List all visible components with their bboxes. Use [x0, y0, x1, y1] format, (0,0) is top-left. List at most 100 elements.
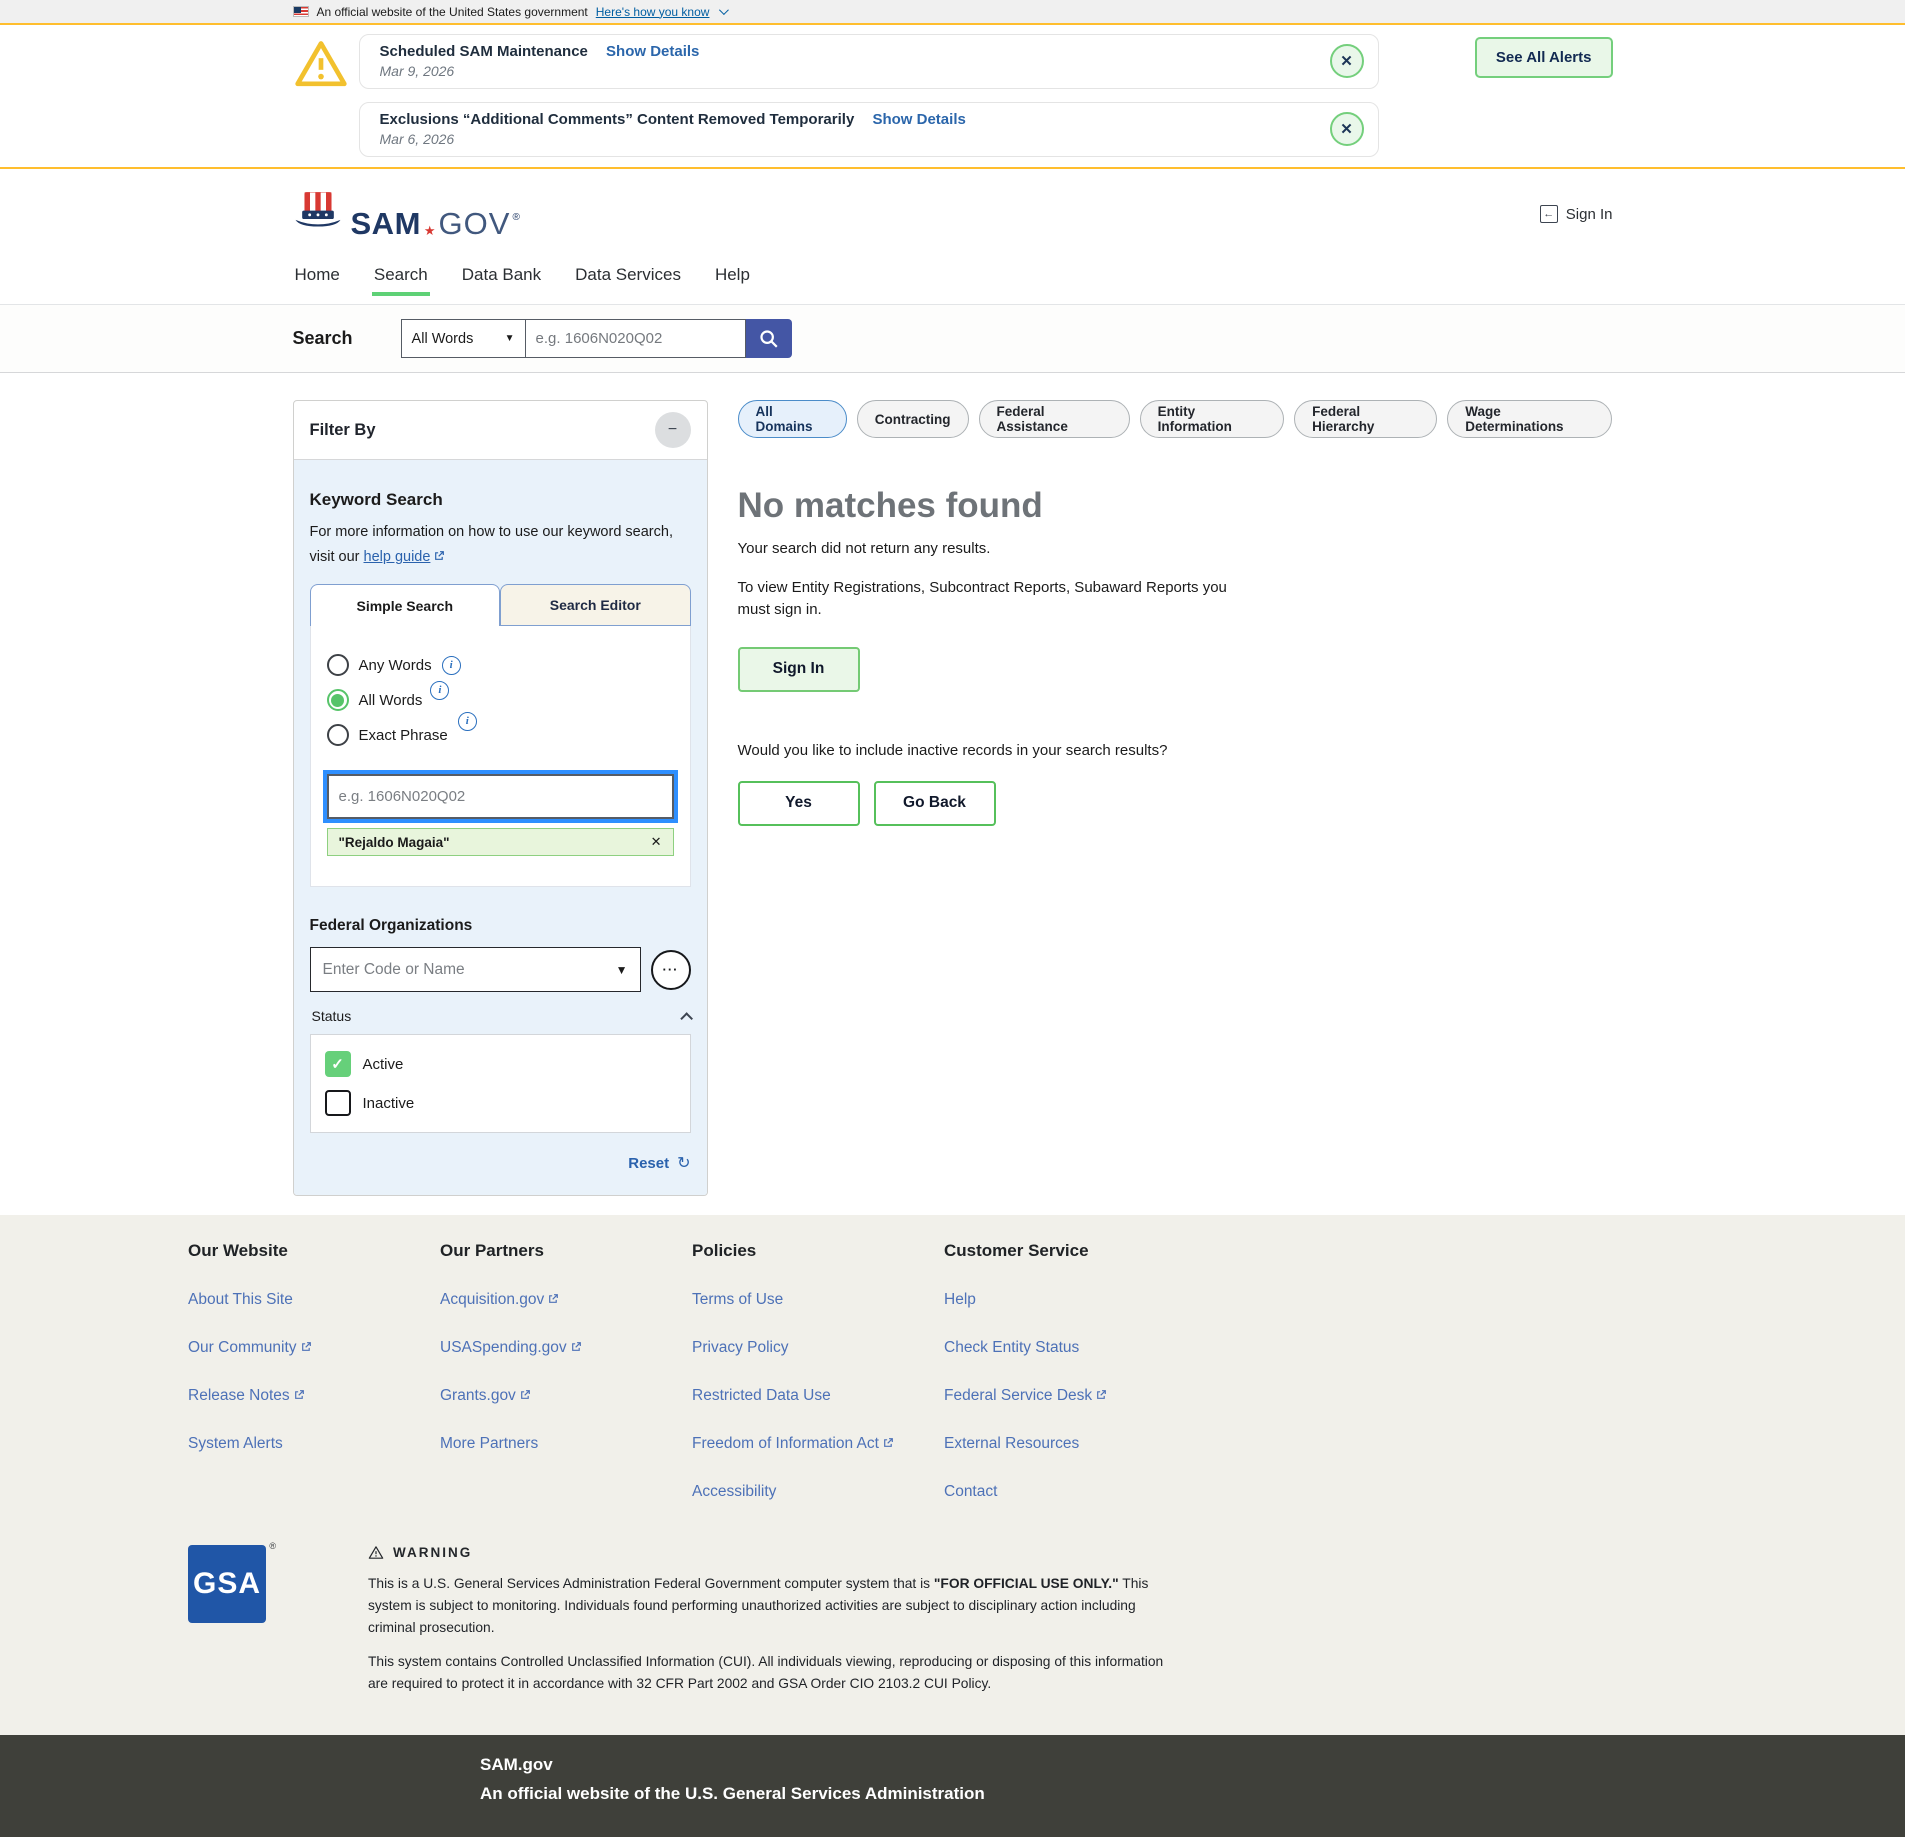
- footer-link-accessibility[interactable]: Accessibility: [692, 1483, 944, 1501]
- registered-mark: ®: [512, 212, 519, 223]
- footer-link-about-this-site[interactable]: About This Site: [188, 1291, 440, 1309]
- footer-link-check-entity-status[interactable]: Check Entity Status: [944, 1339, 1196, 1357]
- alert-list: Scheduled SAM Maintenance Show Details M…: [359, 34, 1379, 157]
- main-area: Filter By − Keyword Search For more info…: [293, 373, 1613, 1215]
- external-link-icon: [519, 1388, 532, 1401]
- external-link-icon: [547, 1292, 560, 1305]
- info-icon[interactable]: i: [442, 656, 461, 675]
- footer-link-our-community[interactable]: Our Community: [188, 1339, 440, 1357]
- search-mode-select[interactable]: All Words ▼: [401, 319, 526, 358]
- chevron-down-icon: [719, 5, 729, 15]
- footer-link-privacy-policy[interactable]: Privacy Policy: [692, 1339, 944, 1357]
- alert-title: Scheduled SAM Maintenance: [380, 43, 588, 60]
- warning-title: WARNING: [393, 1545, 472, 1560]
- tab-simple-search[interactable]: Simple Search: [310, 584, 501, 626]
- footer-link-acquisition-gov[interactable]: Acquisition.gov: [440, 1291, 692, 1309]
- sam-gov-logo[interactable]: SAM ★ GOV ®: [293, 189, 520, 239]
- ellipsis-icon: ···: [663, 962, 679, 977]
- sign-in-button[interactable]: Sign In: [738, 647, 860, 692]
- checkbox-inactive[interactable]: [325, 1090, 351, 1116]
- nav-item-data-bank[interactable]: Data Bank: [460, 259, 543, 304]
- footer-heading: Our Partners: [440, 1241, 692, 1261]
- radio-label: Any Words: [359, 657, 432, 674]
- nav-item-home[interactable]: Home: [293, 259, 342, 304]
- combobox-placeholder: Enter Code or Name: [323, 961, 465, 979]
- search-submit-button[interactable]: [746, 319, 792, 358]
- external-link-icon: [293, 1388, 306, 1401]
- warning-triangle-icon: [293, 38, 349, 95]
- footer-col-our-partners: Our Partners Acquisition.gov USASpending…: [440, 1241, 692, 1501]
- external-link-icon: [1095, 1388, 1108, 1401]
- radio-exact-phrase[interactable]: [327, 724, 349, 746]
- footer-link-restricted-data-use[interactable]: Restricted Data Use: [692, 1387, 944, 1405]
- footer-link-system-alerts[interactable]: System Alerts: [188, 1435, 440, 1453]
- no-matches-heading: No matches found: [738, 486, 1613, 526]
- footer-link-more-partners[interactable]: More Partners: [440, 1435, 692, 1453]
- chevron-up-icon[interactable]: [680, 1012, 693, 1025]
- search-band: Search All Words ▼: [0, 305, 1905, 373]
- checkbox-label: Inactive: [363, 1095, 415, 1112]
- status-filter-box: ✓ Active Inactive: [310, 1034, 691, 1133]
- caret-down-icon[interactable]: ▼: [616, 963, 628, 977]
- footer-link-contact[interactable]: Contact: [944, 1483, 1196, 1501]
- main-nav: Home Search Data Bank Data Services Help: [0, 259, 1905, 305]
- domain-tab-contracting[interactable]: Contracting: [857, 400, 969, 438]
- federal-org-combobox[interactable]: Enter Code or Name ▼: [310, 947, 641, 992]
- no-results-text: Your search did not return any results.: [738, 540, 1613, 557]
- keyword-input[interactable]: [327, 774, 674, 819]
- footer-link-terms-of-use[interactable]: Terms of Use: [692, 1291, 944, 1309]
- footer-link-foia[interactable]: Freedom of Information Act: [692, 1435, 944, 1453]
- footer-link-release-notes[interactable]: Release Notes: [188, 1387, 440, 1405]
- footer-link-federal-service-desk[interactable]: Federal Service Desk: [944, 1387, 1196, 1405]
- gsa-logo: GSA ®: [188, 1545, 266, 1623]
- global-search-input[interactable]: [526, 319, 746, 358]
- filter-by-title: Filter By: [310, 421, 376, 440]
- header-sign-in[interactable]: ← Sign In: [1540, 205, 1613, 223]
- radio-any-words[interactable]: [327, 654, 349, 676]
- see-all-alerts-button[interactable]: See All Alerts: [1475, 37, 1613, 78]
- gov-banner-text: An official website of the United States…: [317, 5, 588, 19]
- go-back-button[interactable]: Go Back: [874, 781, 996, 826]
- footer-link-external-resources[interactable]: External Resources: [944, 1435, 1196, 1453]
- show-details-link[interactable]: Show Details: [872, 111, 965, 128]
- alert-item-exclusions: Exclusions “Additional Comments” Content…: [359, 102, 1379, 157]
- search-icon: [758, 328, 780, 350]
- sign-in-hint-text: To view Entity Registrations, Subcontrac…: [738, 577, 1243, 621]
- show-details-link[interactable]: Show Details: [606, 43, 699, 60]
- nav-item-data-services[interactable]: Data Services: [573, 259, 683, 304]
- checkbox-active[interactable]: ✓: [325, 1051, 351, 1077]
- alert-date: Mar 9, 2026: [380, 63, 1330, 79]
- radio-all-words[interactable]: [327, 689, 349, 711]
- alert-close-button[interactable]: ✕: [1330, 44, 1364, 78]
- yes-button[interactable]: Yes: [738, 781, 860, 826]
- footer-link-help[interactable]: Help: [944, 1291, 1196, 1309]
- tab-search-editor[interactable]: Search Editor: [500, 584, 691, 626]
- help-guide-link[interactable]: help guide: [364, 547, 447, 568]
- nav-item-help[interactable]: Help: [713, 259, 752, 304]
- info-icon[interactable]: i: [458, 712, 477, 731]
- footer-link-usaspending-gov[interactable]: USASpending.gov: [440, 1339, 692, 1357]
- close-icon: ✕: [1340, 120, 1353, 138]
- domain-tabs: All Domains Contracting Federal Assistan…: [738, 400, 1613, 438]
- chip-label: "Rejaldo Magaia": [339, 835, 450, 850]
- domain-tab-all-domains[interactable]: All Domains: [738, 400, 847, 438]
- domain-tab-federal-hierarchy[interactable]: Federal Hierarchy: [1294, 400, 1437, 438]
- how-you-know-link[interactable]: Here's how you know: [596, 5, 710, 19]
- nav-item-search[interactable]: Search: [372, 259, 430, 304]
- external-link-icon: [300, 1340, 313, 1353]
- domain-tab-federal-assistance[interactable]: Federal Assistance: [979, 400, 1130, 438]
- collapse-filters-button[interactable]: −: [655, 412, 691, 448]
- footer-heading: Our Website: [188, 1241, 440, 1261]
- info-icon[interactable]: i: [430, 681, 449, 700]
- checkbox-label: Active: [363, 1056, 404, 1073]
- domain-tab-entity-information[interactable]: Entity Information: [1140, 400, 1285, 438]
- domain-tab-wage-determinations[interactable]: Wage Determinations: [1447, 400, 1612, 438]
- reset-filters[interactable]: Reset ↻: [310, 1153, 691, 1173]
- more-options-button[interactable]: ···: [651, 950, 691, 990]
- alerts-band: Scheduled SAM Maintenance Show Details M…: [0, 23, 1905, 169]
- close-icon: ✕: [1340, 52, 1353, 70]
- status-section-label: Status: [312, 1008, 352, 1024]
- footer-link-grants-gov[interactable]: Grants.gov: [440, 1387, 692, 1405]
- alert-close-button[interactable]: ✕: [1330, 112, 1364, 146]
- chip-remove-icon[interactable]: ✕: [651, 834, 662, 850]
